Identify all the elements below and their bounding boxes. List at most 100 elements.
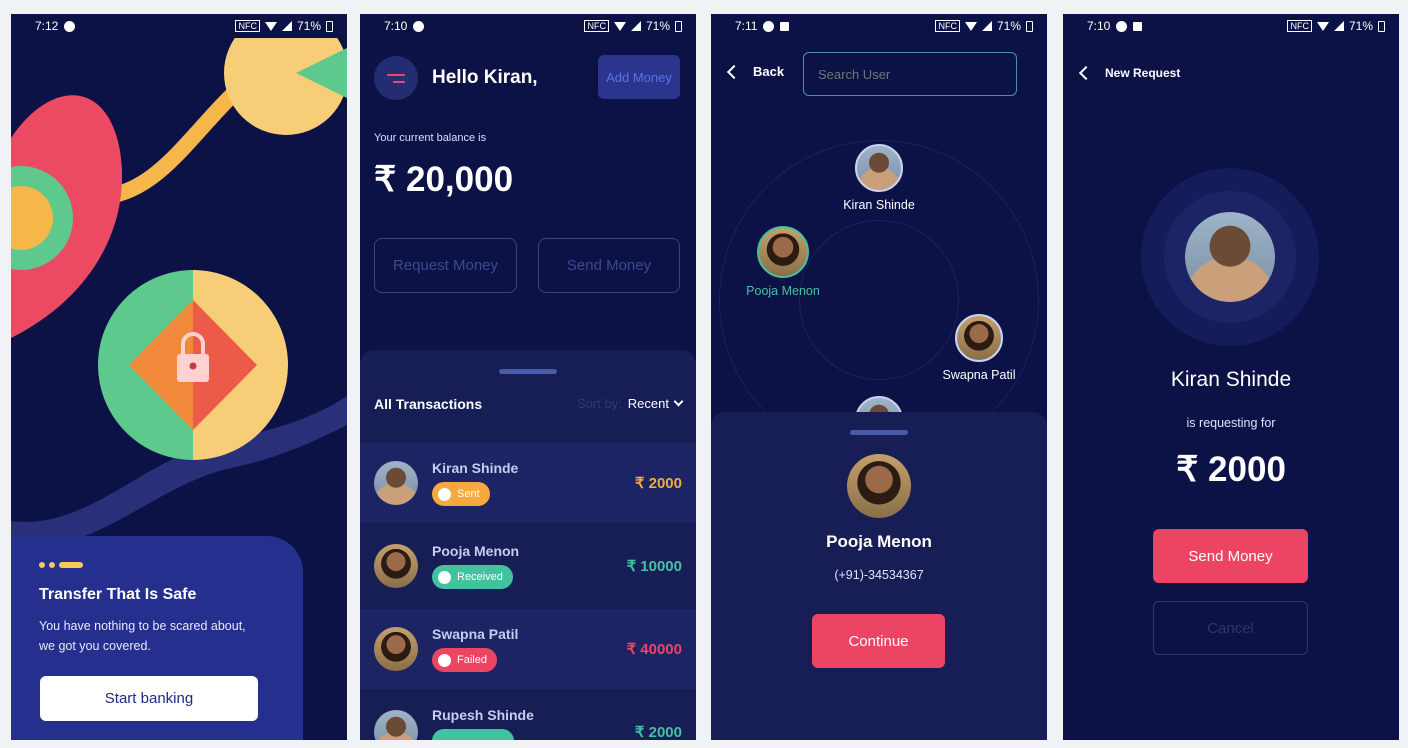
user-name: Swapna Patil bbox=[942, 368, 1016, 382]
status-bar: 7:12 NFC 71% bbox=[11, 14, 347, 38]
signal-icon bbox=[281, 21, 292, 31]
security-illustration bbox=[11, 38, 347, 549]
greeting: Hello Kiran, bbox=[432, 67, 538, 88]
onboarding-card: Transfer That Is Safe You have nothing t… bbox=[11, 536, 303, 740]
transaction-name: Pooja Menon bbox=[432, 543, 520, 559]
onboarding-desc-line1: You have nothing to be scared about, bbox=[39, 619, 246, 633]
transaction-row[interactable]: Pooja Menon Received ₹ 10000 bbox=[360, 526, 696, 606]
notification-icon bbox=[413, 20, 425, 32]
transaction-name: Rupesh Shinde bbox=[432, 706, 534, 723]
transactions-sheet: All Transactions Sort by: Recent Kiran Sh… bbox=[360, 350, 696, 740]
battery-level: 71% bbox=[645, 19, 670, 33]
avatar bbox=[1185, 212, 1275, 302]
notification-icon bbox=[1116, 20, 1128, 32]
wifi-icon bbox=[1316, 21, 1329, 31]
back-icon bbox=[1078, 65, 1094, 81]
add-money-button[interactable]: Add Money bbox=[598, 55, 680, 99]
page-title: New Request bbox=[1105, 66, 1181, 80]
notification-icon bbox=[64, 20, 76, 32]
menu-icon-line bbox=[393, 80, 405, 83]
status-text: Received bbox=[457, 571, 503, 583]
send-money-button[interactable]: Send Money bbox=[1153, 529, 1308, 583]
user-name: Kiran Shinde bbox=[843, 198, 915, 212]
send-money-button[interactable]: Send Money bbox=[538, 238, 680, 293]
onboarding-desc-line2: we got you covered. bbox=[39, 639, 151, 653]
selected-user-name: Pooja Menon bbox=[826, 532, 932, 551]
clock: 7:10 bbox=[384, 19, 408, 33]
continue-button[interactable]: Continue bbox=[812, 614, 945, 668]
page-indicator bbox=[39, 562, 275, 568]
nfc-icon: NFC bbox=[235, 20, 260, 32]
image-icon bbox=[1133, 21, 1143, 31]
battery-level: 71% bbox=[996, 19, 1021, 33]
status-bar: 7:11 NFC 71% bbox=[711, 14, 1047, 38]
transaction-amount: ₹ 40000 bbox=[626, 641, 682, 658]
sheet-handle[interactable] bbox=[499, 369, 557, 374]
selected-user-phone: (+91)-34534367 bbox=[834, 568, 924, 582]
menu-button[interactable] bbox=[374, 56, 418, 100]
request-amount: ₹ 2000 bbox=[1176, 450, 1286, 489]
avatar bbox=[374, 627, 418, 671]
status-badge bbox=[432, 728, 514, 740]
battery-icon bbox=[675, 20, 682, 32]
chevron-down-icon bbox=[673, 396, 684, 407]
battery-level: 71% bbox=[1348, 19, 1373, 33]
user-pooja[interactable]: Pooja Menon bbox=[731, 226, 835, 298]
new-request-screen: 7:10 NFC 71% New Request Kiran Shinde is … bbox=[1063, 14, 1399, 740]
sent-icon bbox=[438, 487, 451, 501]
clock: 7:11 bbox=[735, 19, 758, 33]
select-user-screen: 7:11 NFC 71% Back Kiran Shinde Pooja Meno… bbox=[711, 14, 1047, 740]
wifi-icon bbox=[964, 21, 977, 31]
request-money-button[interactable]: Request Money bbox=[374, 238, 517, 293]
battery-icon bbox=[1026, 20, 1033, 32]
transaction-name: Kiran Shinde bbox=[432, 460, 519, 476]
status-bar: 7:10 NFC 71% bbox=[360, 14, 696, 38]
status-badge: Failed bbox=[432, 648, 497, 672]
start-banking-button[interactable]: Start banking bbox=[40, 676, 258, 721]
transaction-amount: ₹ 2000 bbox=[634, 475, 682, 492]
user-swapna[interactable]: Swapna Patil bbox=[933, 314, 1025, 382]
battery-icon bbox=[1378, 20, 1385, 32]
menu-icon bbox=[387, 73, 405, 76]
avatar bbox=[855, 144, 903, 192]
avatar bbox=[955, 314, 1003, 362]
back-button[interactable]: Back bbox=[726, 64, 785, 79]
cancel-button[interactable]: Cancel bbox=[1153, 601, 1308, 655]
user-name: Pooja Menon bbox=[746, 284, 820, 298]
status-text: Failed bbox=[457, 654, 487, 666]
back-label: Back bbox=[753, 64, 785, 79]
onboarding-title: Transfer That Is Safe bbox=[39, 586, 197, 603]
onboarding-screen: 7:12 NFC 71% Transfer That Is Safe You ha… bbox=[11, 14, 347, 740]
avatar bbox=[374, 461, 418, 505]
battery-icon bbox=[326, 20, 333, 32]
nfc-icon: NFC bbox=[584, 20, 609, 32]
transaction-row[interactable]: Swapna Patil Failed ₹ 40000 bbox=[360, 609, 696, 689]
balance-amount: ₹ 20,000 bbox=[374, 160, 514, 199]
transaction-row[interactable]: Rupesh Shinde ₹ 2000 bbox=[360, 692, 696, 740]
received-icon bbox=[438, 570, 451, 584]
avatar bbox=[374, 710, 418, 740]
signal-icon bbox=[630, 21, 641, 31]
clock: 7:10 bbox=[1087, 19, 1111, 33]
dashboard-screen: 7:10 NFC 71% Hello Kiran, Add Money Your … bbox=[360, 14, 696, 740]
sheet-handle[interactable] bbox=[850, 430, 908, 435]
sort-value: Recent bbox=[627, 396, 669, 411]
wifi-icon bbox=[264, 21, 277, 31]
user-kiran[interactable]: Kiran Shinde bbox=[829, 144, 929, 212]
status-badge: Sent bbox=[432, 482, 490, 506]
wifi-icon bbox=[613, 21, 626, 31]
user-detail-sheet: Pooja Menon (+91)-34534367 Continue bbox=[711, 412, 1047, 740]
search-input[interactable] bbox=[803, 52, 1017, 96]
battery-level: 71% bbox=[296, 19, 321, 33]
status-text: Sent bbox=[457, 488, 480, 500]
sort-dropdown[interactable]: Sort by: Recent bbox=[577, 396, 684, 411]
transaction-name: Swapna Patil bbox=[432, 626, 519, 642]
nfc-icon: NFC bbox=[935, 20, 960, 32]
sort-label: Sort by: bbox=[577, 396, 622, 411]
failed-icon bbox=[438, 653, 451, 667]
back-button[interactable]: New Request bbox=[1078, 65, 1181, 81]
signal-icon bbox=[1333, 21, 1344, 31]
transaction-row[interactable]: Kiran Shinde Sent ₹ 2000 bbox=[360, 443, 696, 523]
avatar bbox=[374, 544, 418, 588]
nfc-icon: NFC bbox=[1287, 20, 1312, 32]
